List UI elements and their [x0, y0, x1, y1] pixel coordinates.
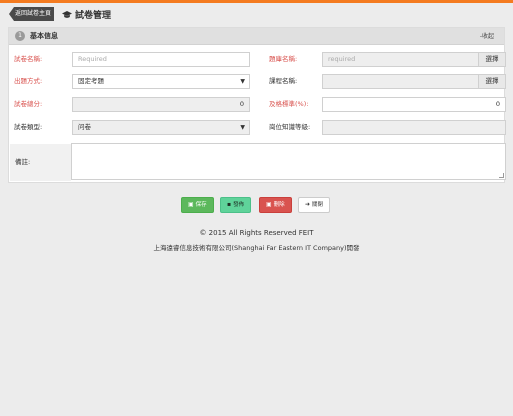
top-accent-bar — [0, 0, 513, 3]
question-bank-label: 題庫名稱: — [269, 55, 298, 63]
company-credit-text: 上海遠睿信息技術有限公司(Shanghai Far Eastern IT Com… — [153, 244, 360, 252]
delete-button[interactable]: ▣ 刪除 — [259, 197, 292, 213]
exam-name-input[interactable]: Required — [72, 52, 250, 67]
delete-button-label: 刪除 — [273, 202, 285, 208]
publish-button-label: 發佈 — [233, 202, 245, 208]
pass-rate-input[interactable]: 0 — [322, 97, 506, 112]
caret-down-icon: ▼ — [240, 124, 245, 131]
trash-icon: ▣ — [266, 201, 272, 208]
step-number-badge: 1 — [15, 31, 25, 41]
panel-header: 1 基本信息 -收起 — [9, 28, 504, 45]
exam-type-label: 試卷類型: — [14, 123, 43, 131]
close-button[interactable]: ➜ 關閉 — [298, 197, 331, 213]
collapse-toggle[interactable]: -收起 — [480, 31, 494, 42]
publish-icon: ▪ — [227, 201, 232, 208]
publish-button[interactable]: ▪ 發佈 — [220, 197, 252, 213]
action-bar: ▣ 保存 ▪ 發佈 ▣ 刪除 ➜ 關閉 — [0, 197, 513, 213]
knowledge-level-label: 崗位知識等級: — [269, 123, 311, 131]
exam-type-select-value: 问卷 — [78, 123, 91, 131]
total-score-label: 試卷總分: — [14, 100, 43, 108]
save-button-label: 保存 — [195, 202, 207, 208]
graduation-cap-icon — [62, 10, 72, 18]
close-button-label: 關閉 — [312, 202, 324, 208]
save-icon: ▣ — [188, 201, 194, 208]
sign-out-icon: ➜ — [305, 201, 311, 208]
knowledge-level-input[interactable] — [322, 120, 506, 135]
page-title-text: 試卷管理 — [75, 11, 112, 21]
pass-rate-label: 及格標準(%): — [269, 100, 309, 108]
course-label: 課程名稱: — [269, 77, 298, 85]
save-button[interactable]: ▣ 保存 — [181, 197, 214, 213]
method-select-value: 固定考題 — [78, 77, 104, 85]
page-title: 試卷管理 — [62, 8, 111, 21]
method-label: 出題方式: — [14, 77, 43, 85]
question-bank-input[interactable]: required — [322, 52, 479, 67]
remark-textarea[interactable] — [71, 143, 506, 180]
exam-type-select[interactable]: 问卷 ▼ — [72, 120, 250, 135]
total-score-input[interactable]: 0 — [72, 97, 250, 112]
method-select[interactable]: 固定考題 ▼ — [72, 74, 250, 89]
question-bank-select-button[interactable]: 選擇 — [479, 52, 506, 67]
course-input[interactable] — [322, 74, 479, 89]
course-select-button[interactable]: 選擇 — [479, 74, 506, 89]
panel-title: 基本信息 — [30, 32, 58, 40]
back-to-exam-home-button[interactable]: 返回試卷主頁 — [9, 7, 55, 21]
exam-name-label: 試卷名稱: — [14, 55, 43, 63]
copyright-text: © 2015 All Rights Reserved FEIT — [199, 229, 314, 237]
remark-label: 備註: — [10, 144, 71, 181]
basic-info-panel: 1 基本信息 -收起 試卷名稱: Required 題庫名稱: required… — [8, 27, 506, 183]
resize-handle-icon[interactable] — [499, 173, 504, 178]
caret-down-icon: ▼ — [240, 78, 245, 85]
